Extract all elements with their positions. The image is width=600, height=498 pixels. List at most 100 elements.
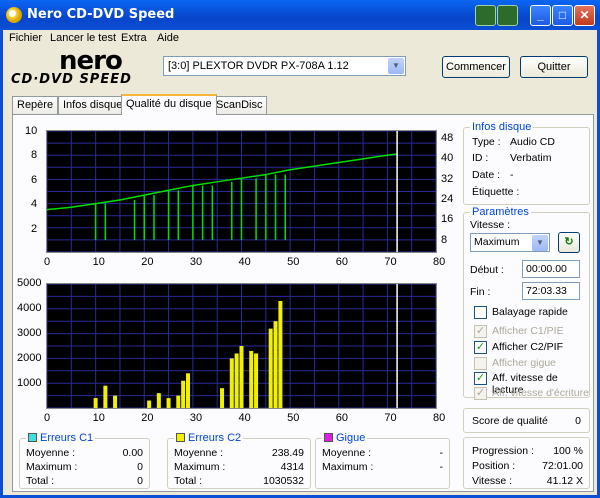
y-tick-label: 5000 [17, 277, 42, 289]
x-tick-label: 60 [335, 256, 348, 268]
show-c1-checkbox[interactable]: ✓ [474, 325, 487, 338]
quit-button[interactable]: Quitter [520, 56, 588, 78]
y-right-tick-label: 24 [441, 192, 454, 205]
c2-error-bar [273, 321, 278, 408]
show-read-speed-checkbox[interactable]: ✓ [474, 372, 487, 385]
x-tick-label: 80 [433, 256, 446, 268]
tab-benchmark[interactable]: Repère [12, 96, 59, 114]
show-jitter-checkbox[interactable] [474, 357, 487, 370]
minimize-button[interactable]: _ [530, 5, 551, 26]
title-bar: Nero CD-DVD Speed _ □ ✕ [0, 0, 600, 30]
y-tick-label: 1000 [17, 377, 42, 389]
tab-scandisc[interactable]: ScanDisc [211, 96, 268, 114]
disc-id-label: ID : [472, 152, 489, 164]
start-time-input[interactable]: 00:00.00 [522, 260, 580, 278]
read-speed-line [46, 153, 398, 211]
quality-score-label: Score de qualité [472, 415, 548, 427]
settings-title: Paramètres [470, 206, 531, 218]
nero-logo: nero CD·DVD SPEED [11, 46, 156, 90]
disc-id-value: Verbatim [510, 152, 552, 164]
quick-scan-checkbox[interactable] [474, 306, 487, 319]
speed-select[interactable]: Maximum ▼ [470, 233, 550, 252]
jitter-group: Gigue Moyenne : - Maximum : - [315, 432, 450, 489]
refresh-icon[interactable]: ↻ [558, 232, 580, 253]
tab-disc-quality[interactable]: Qualité du disque [121, 94, 217, 115]
c1-avg-label: Moyenne : [26, 447, 76, 459]
c2-max-value: 4314 [280, 461, 304, 473]
save-icon[interactable] [497, 5, 518, 26]
tab-disc-info[interactable]: Infos disque [58, 96, 128, 114]
disc-info-title: Infos disque [470, 121, 534, 133]
menu-file[interactable]: Fichier [9, 32, 42, 44]
jitter-title: Gigue [322, 432, 368, 444]
disc-tag-label: Étiquette : [472, 186, 520, 198]
x-tick-label: 10 [92, 256, 105, 268]
show-c2-checkbox[interactable]: ✓ [474, 341, 487, 354]
c2-avg-value: 238.49 [271, 447, 304, 459]
c2-error-bar [254, 353, 259, 408]
speed-select-value: Maximum [474, 236, 520, 248]
jitter-avg-label: Moyenne : [322, 447, 372, 459]
c2-error-bar [147, 400, 152, 408]
disc-info-group: Infos disque Type : Audio CD ID : Verbat… [463, 121, 590, 205]
disc-quality-panel: Infos disque Type : Audio CD ID : Verbat… [12, 114, 594, 492]
y-right-tick-label: 16 [441, 213, 454, 226]
c2-total-value: 1030532 [263, 475, 304, 487]
start-button[interactable]: Commencer [442, 56, 510, 78]
speed-chart [46, 130, 437, 253]
end-time-input[interactable]: 72:03.33 [522, 282, 580, 300]
position-label: Position : [472, 460, 516, 472]
start-time-label: Début : [470, 264, 504, 276]
disc-type-value: Audio CD [510, 136, 555, 148]
settings-group: Paramètres Vitesse : Maximum ▼ ↻ Début :… [463, 206, 590, 400]
x-tick-label: 20 [141, 412, 154, 424]
c2-total-label: Total : [174, 475, 203, 487]
menu-extra[interactable]: Extra [121, 32, 147, 44]
c1-total-label: Total : [26, 475, 55, 487]
y-tick-label: 6 [31, 173, 38, 186]
chevron-down-icon[interactable]: ▼ [532, 235, 548, 251]
y-tick-label: 3000 [17, 327, 42, 339]
c2-error-bar [234, 353, 239, 408]
quality-score-group: Score de qualité 0 [463, 408, 590, 433]
toolbar-toggle-icon[interactable] [475, 5, 496, 26]
x-tick-label: 30 [189, 256, 203, 268]
progress-group: Progression : 100 % Position : 72:01.00 … [463, 437, 590, 489]
x-tick-label: 80 [433, 412, 446, 424]
c2-error-bar [186, 373, 191, 408]
c1-color-swatch [28, 433, 37, 442]
jitter-color-swatch [324, 433, 333, 442]
end-time-label: Fin : [470, 286, 491, 298]
x-tick-label: 70 [384, 412, 397, 424]
maximize-button[interactable]: □ [552, 5, 573, 26]
close-button[interactable]: ✕ [574, 5, 595, 26]
read-speed-value: 41.12 X [546, 475, 583, 487]
menu-help[interactable]: Aide [157, 32, 179, 44]
menu-run-test[interactable]: Lancer le test [50, 32, 116, 44]
c1-errors-group: Erreurs C1 Moyenne : 0.00 Maximum : 0 To… [19, 432, 150, 489]
error-chart-svg [46, 283, 437, 409]
chevron-down-icon[interactable]: ▼ [388, 58, 404, 74]
y-right-tick-label: 8 [441, 233, 448, 246]
progress-value: 100 % [553, 445, 583, 457]
c2-error-bar [181, 380, 186, 408]
c2-error-bar [176, 395, 181, 408]
c1-max-value: 0 [137, 461, 143, 473]
drive-select[interactable]: [3:0] PLEXTOR DVDR PX-708A 1.12 ▼ [163, 56, 406, 76]
show-c1-label: Afficher C1/PIE [492, 325, 564, 337]
show-write-speed-checkbox[interactable]: ✓ [474, 387, 487, 400]
menu-bar: Fichier Lancer le test Extra Aide [3, 30, 597, 47]
y-right-tick-label: 32 [441, 172, 454, 185]
c2-error-bar [220, 388, 225, 408]
c2-error-bar [113, 395, 118, 408]
main-window: Nero CD-DVD Speed _ □ ✕ Fichier Lancer l… [0, 0, 600, 498]
c2-error-bar [103, 385, 108, 408]
jitter-avg-value: - [439, 447, 444, 459]
c2-error-bar [229, 358, 234, 408]
x-tick-label: 40 [238, 412, 251, 424]
jitter-max-value: - [439, 461, 444, 473]
disc-date-label: Date : [472, 169, 501, 181]
c2-error-bar [268, 328, 273, 408]
c2-avg-label: Moyenne : [174, 447, 224, 459]
c2-error-bar [93, 398, 98, 408]
